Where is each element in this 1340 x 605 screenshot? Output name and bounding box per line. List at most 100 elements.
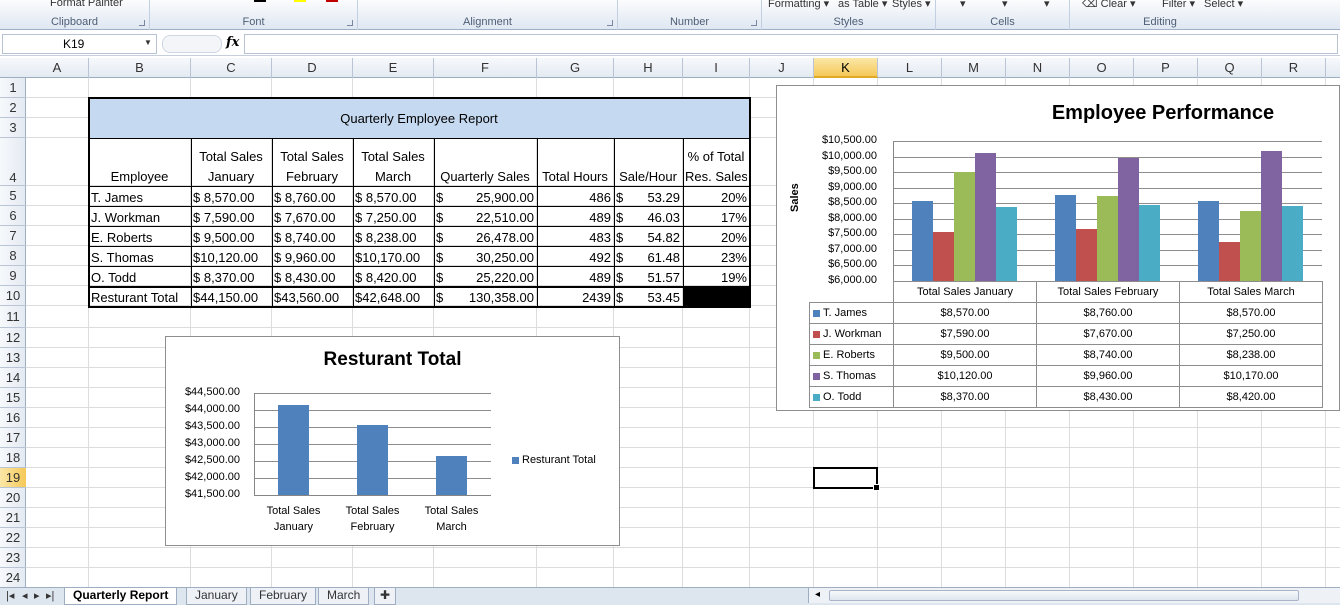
column-header-m[interactable]: M bbox=[942, 58, 1006, 78]
column-header-n[interactable]: N bbox=[1006, 58, 1070, 78]
bar-total-sales-january[interactable] bbox=[278, 404, 309, 495]
horizontal-scrollbar[interactable]: ◂ bbox=[808, 588, 1340, 603]
prev-sheet-icon[interactable]: ◂ bbox=[22, 588, 28, 604]
formula-bar-grip[interactable] bbox=[162, 35, 222, 53]
first-sheet-icon[interactable]: |◂ bbox=[6, 588, 14, 604]
bar-t-james-2[interactable] bbox=[1055, 195, 1076, 281]
bar-e-roberts-1[interactable] bbox=[954, 172, 975, 281]
row-header-4[interactable]: 4 bbox=[0, 138, 26, 186]
dialog-launcher-icon[interactable] bbox=[347, 20, 353, 26]
column-header-i[interactable]: I bbox=[683, 58, 750, 78]
row-header-8[interactable]: 8 bbox=[0, 246, 26, 266]
bar-s-thomas-2[interactable] bbox=[1118, 157, 1139, 281]
cell-styles-button[interactable]: Styles ▾ bbox=[892, 0, 931, 10]
tab-february[interactable]: February bbox=[250, 588, 317, 605]
row-header-17[interactable]: 17 bbox=[0, 428, 26, 448]
dialog-launcher-icon[interactable] bbox=[607, 20, 613, 26]
column-header-b[interactable]: B bbox=[89, 58, 191, 78]
bar-t-james-1[interactable] bbox=[912, 201, 933, 281]
delete-dropdown-icon[interactable]: ▾ bbox=[1002, 0, 1008, 10]
column-header-h[interactable]: H bbox=[614, 58, 683, 78]
column-header-k[interactable]: K bbox=[814, 58, 878, 78]
row-header-9[interactable]: 9 bbox=[0, 266, 26, 286]
column-header-e[interactable]: E bbox=[353, 58, 434, 78]
format-painter-button[interactable]: Format Painter bbox=[50, 0, 123, 9]
tab-january[interactable]: January bbox=[186, 588, 247, 605]
formula-input[interactable] bbox=[244, 34, 1338, 54]
bar-total-sales-february[interactable] bbox=[357, 424, 388, 495]
employee-performance-chart[interactable]: Employee Performance Sales Total Sales J… bbox=[776, 85, 1340, 411]
insert-dropdown-icon[interactable]: ▾ bbox=[960, 0, 966, 10]
bar-j-workman-3[interactable] bbox=[1219, 242, 1240, 281]
column-header-l[interactable]: L bbox=[878, 58, 942, 78]
row-header-22[interactable]: 22 bbox=[0, 528, 26, 548]
row-header-19[interactable]: 19 bbox=[0, 468, 26, 488]
column-header-a[interactable]: A bbox=[26, 58, 89, 78]
insert-function-icon[interactable]: fx bbox=[226, 35, 239, 50]
resturant-total-chart[interactable]: Resturant Total Resturant Total $44,500.… bbox=[165, 336, 620, 546]
row-header-13[interactable]: 13 bbox=[0, 348, 26, 368]
column-header-g[interactable]: G bbox=[537, 58, 614, 78]
bar-e-roberts-3[interactable] bbox=[1240, 211, 1261, 281]
scroll-left-icon[interactable]: ◂ bbox=[815, 588, 820, 602]
row-header-24[interactable]: 24 bbox=[0, 568, 26, 588]
clear-button[interactable]: ⌫ Clear ▾ bbox=[1082, 0, 1136, 10]
bar-s-thomas-3[interactable] bbox=[1261, 151, 1282, 281]
bar-o-todd-1[interactable] bbox=[996, 207, 1017, 281]
row-header-23[interactable]: 23 bbox=[0, 548, 26, 568]
row-header-7[interactable]: 7 bbox=[0, 226, 26, 246]
tab-quarterly-report[interactable]: Quarterly Report bbox=[64, 588, 178, 605]
chevron-down-icon[interactable]: ▼ bbox=[144, 38, 152, 47]
name-box[interactable]: K19 bbox=[2, 34, 157, 54]
column-header-p[interactable]: P bbox=[1134, 58, 1198, 78]
column-header-j[interactable]: J bbox=[750, 58, 814, 78]
insert-sheet-icon[interactable]: ✚ bbox=[374, 588, 397, 605]
column-header-c[interactable]: C bbox=[191, 58, 272, 78]
next-sheet-icon[interactable]: ▸ bbox=[34, 588, 40, 604]
row-header-21[interactable]: 21 bbox=[0, 508, 26, 528]
row-header-18[interactable]: 18 bbox=[0, 448, 26, 468]
worksheet-grid[interactable]: Quarterly Employee Report Employee Total S… bbox=[26, 78, 1340, 588]
dialog-launcher-icon[interactable] bbox=[139, 20, 145, 26]
row-header-15[interactable]: 15 bbox=[0, 388, 26, 408]
row-header-12[interactable]: 12 bbox=[0, 328, 26, 348]
tab-march[interactable]: March bbox=[318, 588, 370, 605]
column-header-f[interactable]: F bbox=[434, 58, 537, 78]
column-header-r[interactable]: R bbox=[1262, 58, 1326, 78]
last-sheet-icon[interactable]: ▸| bbox=[46, 588, 54, 604]
bar-total-sales-march[interactable] bbox=[436, 455, 467, 495]
scrollbar-thumb[interactable] bbox=[829, 590, 1299, 601]
dialog-launcher-icon[interactable] bbox=[751, 20, 757, 26]
sort-filter-button[interactable]: Filter ▾ bbox=[1162, 0, 1195, 10]
row-header-2[interactable]: 2 bbox=[0, 98, 26, 118]
row-header-5[interactable]: 5 bbox=[0, 186, 26, 206]
column-header-q[interactable]: Q bbox=[1198, 58, 1262, 78]
format-dropdown-icon[interactable]: ▾ bbox=[1044, 0, 1050, 10]
font-color-icon[interactable] bbox=[326, 0, 338, 2]
bar-o-todd-3[interactable] bbox=[1282, 205, 1303, 281]
bar-j-workman-2[interactable] bbox=[1076, 229, 1097, 281]
row-header-10[interactable]: 10 bbox=[0, 286, 26, 306]
bar-j-workman-1[interactable] bbox=[933, 231, 954, 281]
row-header-16[interactable]: 16 bbox=[0, 408, 26, 428]
bar-s-thomas-1[interactable] bbox=[975, 152, 996, 281]
column-header-o[interactable]: O bbox=[1070, 58, 1134, 78]
format-as-table-button[interactable]: as Table ▾ bbox=[838, 0, 887, 10]
bar-o-todd-2[interactable] bbox=[1139, 205, 1160, 281]
active-cell-k19[interactable] bbox=[813, 467, 880, 491]
row-header-20[interactable]: 20 bbox=[0, 488, 26, 508]
border-icon[interactable] bbox=[254, 0, 266, 2]
row-header-3[interactable]: 3 bbox=[0, 118, 26, 138]
fill-color-icon[interactable] bbox=[294, 0, 306, 2]
row-header-1[interactable]: 1 bbox=[0, 78, 26, 98]
cell-sale-hour: 46.03 bbox=[647, 210, 680, 225]
conditional-formatting-button[interactable]: Formatting ▾ bbox=[768, 0, 829, 10]
column-header-d[interactable]: D bbox=[272, 58, 353, 78]
bar-t-james-3[interactable] bbox=[1198, 201, 1219, 281]
chart-gridline bbox=[254, 393, 491, 394]
row-header-11[interactable]: 11 bbox=[0, 306, 26, 328]
bar-e-roberts-2[interactable] bbox=[1097, 195, 1118, 281]
row-header-6[interactable]: 6 bbox=[0, 206, 26, 226]
find-select-button[interactable]: Select ▾ bbox=[1204, 0, 1243, 10]
row-header-14[interactable]: 14 bbox=[0, 368, 26, 388]
